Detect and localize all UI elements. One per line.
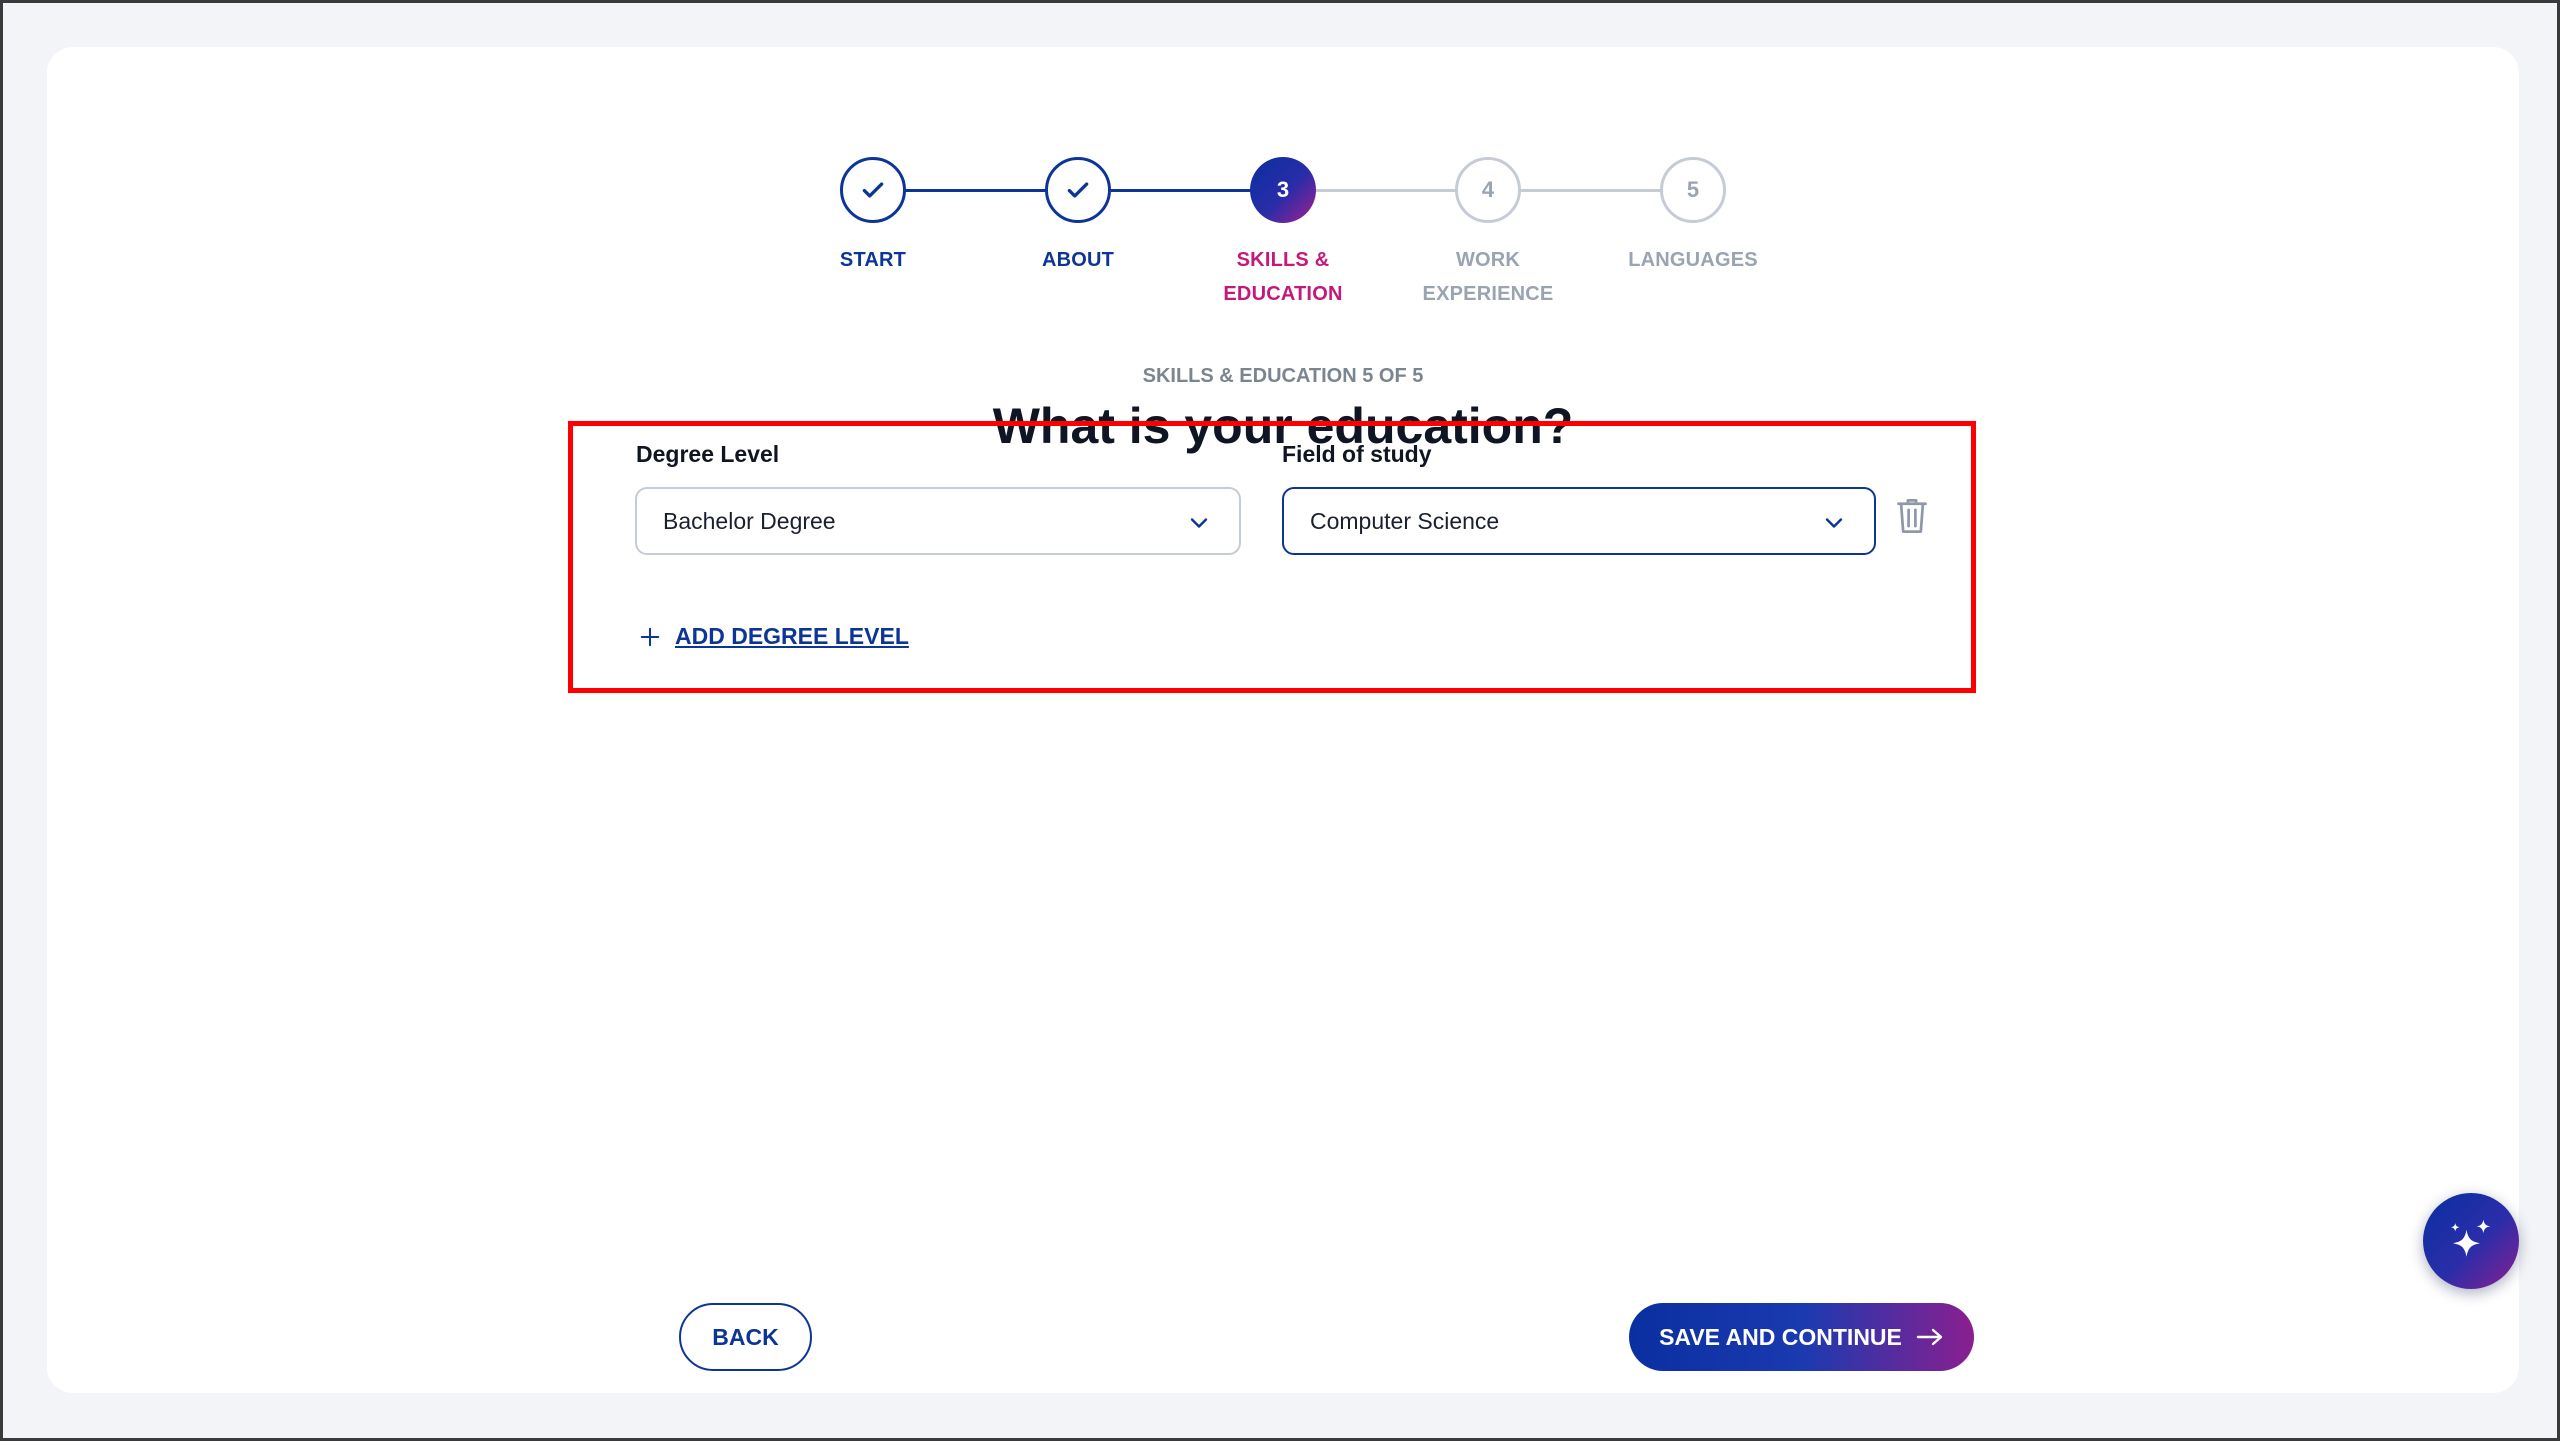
app-frame: START ABOUT 3 SKILLS & EDUCATION 4 WORK … bbox=[0, 0, 2560, 1441]
step-languages[interactable]: 5 LANGUAGES bbox=[1583, 157, 1803, 277]
degree-level-value: Bachelor Degree bbox=[663, 507, 836, 534]
trash-icon[interactable] bbox=[1895, 497, 1929, 535]
step-skills-education-label: SKILLS & EDUCATION bbox=[1223, 249, 1343, 305]
field-of-study-label: Field of study bbox=[1282, 441, 1432, 467]
step-languages-label: LANGUAGES bbox=[1628, 249, 1758, 271]
arrow-right-icon bbox=[1916, 1328, 1943, 1346]
save-and-continue-label: SAVE AND CONTINUE bbox=[1659, 1323, 1902, 1350]
add-degree-level-label: ADD DEGREE LEVEL bbox=[675, 623, 909, 649]
add-degree-level-link[interactable]: ADD DEGREE LEVEL bbox=[639, 623, 909, 650]
back-button[interactable]: BACK bbox=[679, 1303, 812, 1371]
step-languages-circle: 5 bbox=[1660, 157, 1726, 223]
step-work-experience-label: WORK EXPERIENCE bbox=[1422, 249, 1554, 305]
assistant-fab-button[interactable] bbox=[2423, 1193, 2519, 1289]
form-card: START ABOUT 3 SKILLS & EDUCATION 4 WORK … bbox=[47, 47, 2519, 1393]
save-and-continue-button[interactable]: SAVE AND CONTINUE bbox=[1629, 1303, 1974, 1371]
step-skills-education[interactable]: 3 SKILLS & EDUCATION bbox=[1173, 157, 1393, 311]
step-start-circle bbox=[840, 157, 906, 223]
step-work-experience[interactable]: 4 WORK EXPERIENCE bbox=[1378, 157, 1598, 311]
plus-icon bbox=[640, 627, 660, 646]
sparkles-icon bbox=[2450, 1219, 2491, 1257]
step-skills-education-circle: 3 bbox=[1250, 157, 1316, 223]
step-start[interactable]: START bbox=[763, 157, 983, 277]
step-work-experience-circle: 4 bbox=[1455, 157, 1521, 223]
progress-stepper: START ABOUT 3 SKILLS & EDUCATION 4 WORK … bbox=[47, 47, 2519, 327]
degree-level-label: Degree Level bbox=[636, 441, 780, 467]
step-about-label: ABOUT bbox=[1041, 249, 1115, 271]
step-about-circle bbox=[1045, 157, 1111, 223]
chevron-down-icon bbox=[1825, 518, 1843, 528]
check-icon bbox=[1067, 182, 1089, 198]
degree-level-select[interactable]: Bachelor Degree bbox=[635, 487, 1241, 555]
check-icon bbox=[862, 182, 884, 198]
field-of-study-select[interactable]: Computer Science bbox=[1282, 487, 1876, 555]
field-of-study-value: Computer Science bbox=[1310, 507, 1500, 534]
step-progress-text: SKILLS & EDUCATION 5 OF 5 bbox=[1142, 365, 1424, 387]
step-start-label: START bbox=[839, 249, 907, 271]
step-about[interactable]: ABOUT bbox=[968, 157, 1188, 277]
chevron-down-icon bbox=[1190, 518, 1208, 528]
